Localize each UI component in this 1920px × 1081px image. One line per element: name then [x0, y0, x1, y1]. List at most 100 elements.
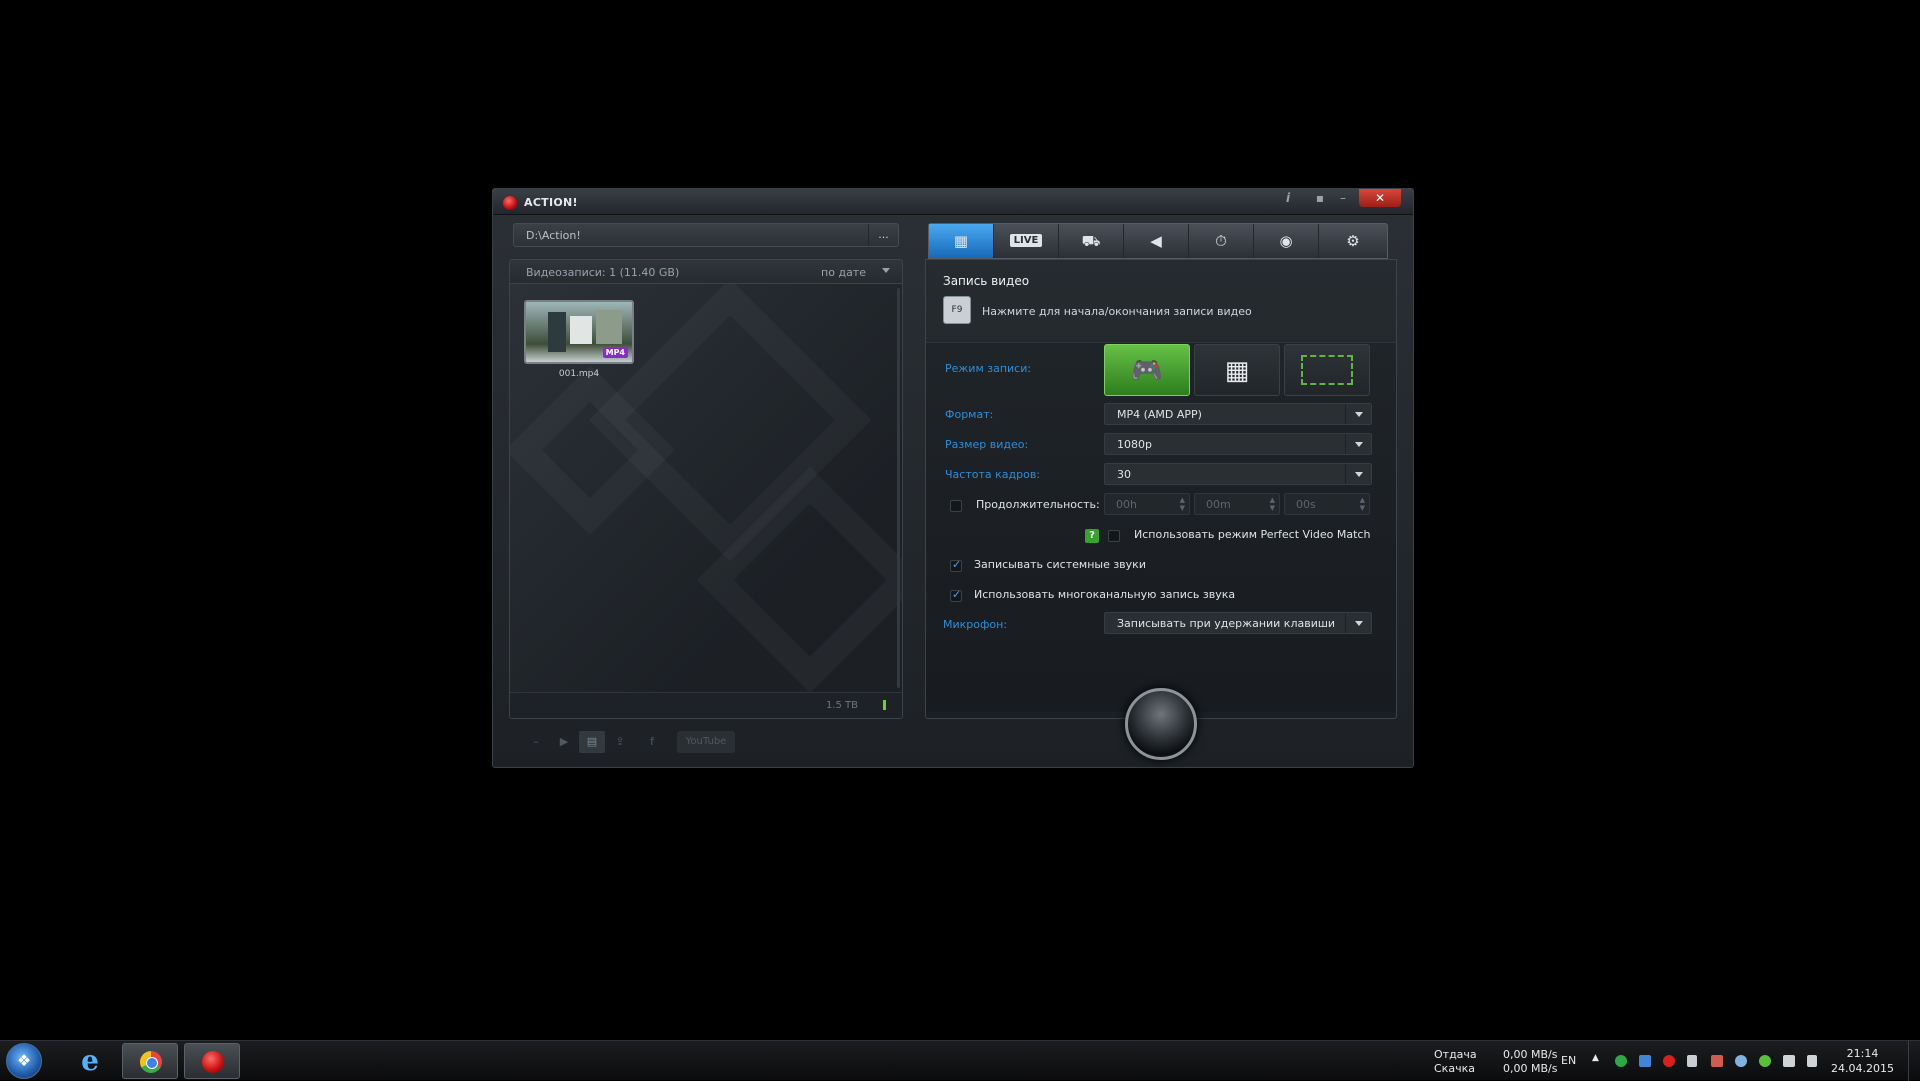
language-indicator[interactable]: EN	[1561, 1054, 1576, 1067]
pin-button[interactable]: ▪	[1309, 189, 1331, 207]
recordings-list: Видеозаписи: 1 (11.40 GB) по дате MP4 00…	[509, 259, 903, 719]
taskbar-chrome[interactable]	[122, 1043, 178, 1079]
chevron-down-icon[interactable]	[1345, 464, 1371, 484]
multichannel-label: Использовать многоканальную запись звука	[974, 588, 1236, 601]
duration-seconds[interactable]: 00s ▲ ▼	[1284, 493, 1370, 515]
facebook-button[interactable]: f	[639, 731, 665, 753]
format-value: MP4 (AMD APP)	[1117, 408, 1202, 421]
network-icon[interactable]	[1783, 1055, 1795, 1067]
gamepad-icon: 🎮	[1130, 356, 1164, 386]
app-title: ACTION!	[524, 196, 578, 209]
show-desktop-button[interactable]	[1908, 1041, 1920, 1081]
pvm-checkbox[interactable]	[1108, 530, 1120, 542]
tab-video[interactable]: ▦	[929, 224, 994, 258]
duration-minutes[interactable]: 00m ▲ ▼	[1194, 493, 1280, 515]
spinner-icon[interactable]: ▲ ▼	[1270, 496, 1275, 512]
delete-button[interactable]: –	[523, 731, 549, 753]
volume-icon[interactable]	[1807, 1055, 1817, 1067]
sort-dropdown[interactable]: по дате	[821, 266, 866, 279]
gear-icon: ⚙	[1346, 232, 1360, 250]
chevron-down-icon[interactable]	[1345, 613, 1371, 633]
youtube-button[interactable]: YouTube	[677, 731, 735, 753]
recordings-count: Видеозаписи: 1 (11.40 GB)	[526, 266, 680, 279]
live-label: LIVE	[1009, 234, 1043, 247]
chevron-down-icon[interactable]	[1345, 404, 1371, 424]
duration-seconds-value: 00s	[1296, 498, 1316, 511]
format-badge: MP4	[602, 347, 628, 358]
chevron-down-icon[interactable]	[1345, 434, 1371, 454]
help-icon[interactable]: ?	[1085, 529, 1099, 543]
duration-checkbox[interactable]	[950, 500, 962, 512]
tab-audio[interactable]: ◀	[1124, 224, 1189, 258]
action-tray-icon[interactable]	[1663, 1055, 1675, 1067]
chevron-down-icon[interactable]	[882, 268, 890, 273]
play-button[interactable]: ▶	[551, 731, 577, 753]
upload-button[interactable]: ⇪	[607, 731, 633, 753]
main-tabs: ▦ LIVE ⛟ ◀ ⏱ ◉ ⚙	[928, 223, 1388, 259]
recording-thumbnail[interactable]: MP4	[524, 300, 634, 364]
monitor-icon: ▦	[1224, 356, 1250, 386]
format-select[interactable]: MP4 (AMD APP)	[1104, 403, 1372, 425]
video-settings-panel: Запись видео F9 Нажмите для начала/оконч…	[925, 259, 1397, 719]
region-mode-button[interactable]	[1284, 344, 1370, 396]
camera-icon: ◉	[1279, 232, 1293, 250]
video-size-label: Размер видео:	[945, 438, 1029, 451]
microphone-label: Микрофон:	[943, 618, 1008, 631]
tray-expand-icon[interactable]: ▲	[1592, 1053, 1599, 1063]
disk-free-space: 1.5 TB	[825, 700, 858, 711]
download-speed: 0,00 MB/s	[1503, 1062, 1558, 1075]
download-label: Скачка	[1434, 1062, 1475, 1075]
system-sound-checkbox[interactable]	[950, 558, 962, 572]
benchmark-icon: ⛟	[1081, 232, 1101, 250]
desktop-mode-button[interactable]: ▦	[1194, 344, 1280, 396]
fps-select[interactable]: 30	[1104, 463, 1372, 485]
upload-speed: 0,00 MB/s	[1503, 1048, 1558, 1061]
tab-timer[interactable]: ⏱	[1189, 224, 1254, 258]
steam-icon[interactable]	[1735, 1055, 1747, 1067]
windows-logo-icon: ❖	[16, 1051, 32, 1070]
multichannel-checkbox[interactable]	[950, 588, 962, 602]
thumbnail-image-part	[570, 316, 592, 344]
section-title: Запись видео	[943, 274, 1030, 288]
airplane-icon[interactable]	[1687, 1055, 1697, 1067]
microphone-select[interactable]: Записывать при удержании клавиши	[1104, 612, 1372, 634]
taskbar: ❖ e Отдача Скачка 0,00 MB/s 0,00 MB/s EN…	[0, 1040, 1920, 1081]
taskbar-action[interactable]	[184, 1043, 240, 1079]
close-button[interactable]: ✕	[1359, 189, 1401, 207]
duration-hours[interactable]: 00h ▲ ▼	[1104, 493, 1190, 515]
record-button[interactable]	[1125, 688, 1197, 760]
clock[interactable]: 21:14 24.04.2015	[1831, 1046, 1894, 1076]
ie-icon: e	[81, 1044, 99, 1077]
fps-label: Частота кадров:	[945, 468, 1041, 481]
taskbar-ie[interactable]: e	[62, 1043, 118, 1079]
game-mode-button[interactable]: 🎮	[1104, 344, 1190, 396]
browse-path-button[interactable]: ...	[868, 224, 898, 246]
shield-icon[interactable]	[1615, 1055, 1627, 1067]
hotkey-button[interactable]: F9	[943, 296, 971, 324]
tab-settings[interactable]: ⚙	[1319, 224, 1387, 258]
app-tray-icon[interactable]	[1639, 1055, 1651, 1067]
info-button[interactable]: i	[1275, 189, 1301, 207]
recordings-path[interactable]: D:\Action! ...	[513, 223, 899, 247]
spinner-icon[interactable]: ▲ ▼	[1180, 496, 1185, 512]
start-button[interactable]: ❖	[6, 1043, 42, 1079]
tab-benchmark[interactable]: ⛟	[1059, 224, 1124, 258]
desktop: ACTION! i ▪ – ✕ D:\Action! ... Видеозапи…	[0, 0, 1920, 1040]
system-sound-label: Записывать системные звуки	[974, 558, 1146, 571]
list-scrollbar[interactable]	[897, 288, 900, 688]
path-text: D:\Action!	[526, 229, 581, 242]
format-label: Формат:	[945, 408, 994, 421]
video-size-select[interactable]: 1080p	[1104, 433, 1372, 455]
speaker-icon: ◀	[1150, 232, 1162, 250]
tab-live[interactable]: LIVE	[994, 224, 1059, 258]
record-mode-label: Режим записи:	[945, 362, 1032, 375]
video-size-value: 1080p	[1117, 438, 1152, 451]
open-folder-button[interactable]: ▤	[579, 731, 605, 753]
spinner-icon[interactable]: ▲ ▼	[1360, 496, 1365, 512]
tab-screenshot[interactable]: ◉	[1254, 224, 1319, 258]
clock-date: 24.04.2015	[1831, 1062, 1894, 1075]
minimize-button[interactable]: –	[1331, 189, 1355, 207]
recording-name: 001.mp4	[558, 369, 600, 379]
utorrent-icon[interactable]	[1759, 1055, 1771, 1067]
network-tool-icon[interactable]	[1711, 1055, 1723, 1067]
